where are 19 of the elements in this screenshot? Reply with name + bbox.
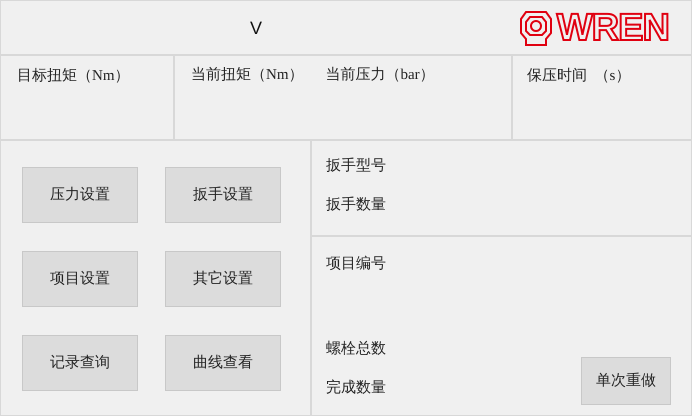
menu-button[interactable]: 记录查询 bbox=[22, 335, 138, 391]
info-label: 扳手型号 bbox=[326, 156, 387, 176]
info-label: 完成数量 bbox=[326, 378, 386, 398]
readout-label: 当前压力（bar） bbox=[326, 66, 435, 85]
header-title: V bbox=[250, 17, 262, 40]
menu-button[interactable]: 曲线查看 bbox=[165, 335, 281, 391]
menu-button[interactable]: 其它设置 bbox=[165, 251, 281, 307]
readout-label: 保压时间 （s） bbox=[527, 68, 630, 84]
menu-button[interactable]: 压力设置 bbox=[22, 167, 138, 223]
menu-button[interactable]: 项目设置 bbox=[22, 251, 138, 307]
info-label: 项目编号 bbox=[326, 254, 387, 274]
nut-logo-icon bbox=[518, 8, 553, 46]
logo-wordmark: WREN bbox=[556, 8, 669, 46]
info-label: 螺栓总数 bbox=[326, 340, 386, 359]
readout-label: 当前扭矩（Nm） bbox=[191, 66, 304, 85]
info-label: 扳手数量 bbox=[326, 196, 387, 214]
readout-label: 目标扭矩（Nm） bbox=[17, 68, 130, 84]
menu-button[interactable]: 扳手设置 bbox=[165, 167, 281, 223]
redo-button[interactable]: 单次重做 bbox=[581, 357, 671, 405]
